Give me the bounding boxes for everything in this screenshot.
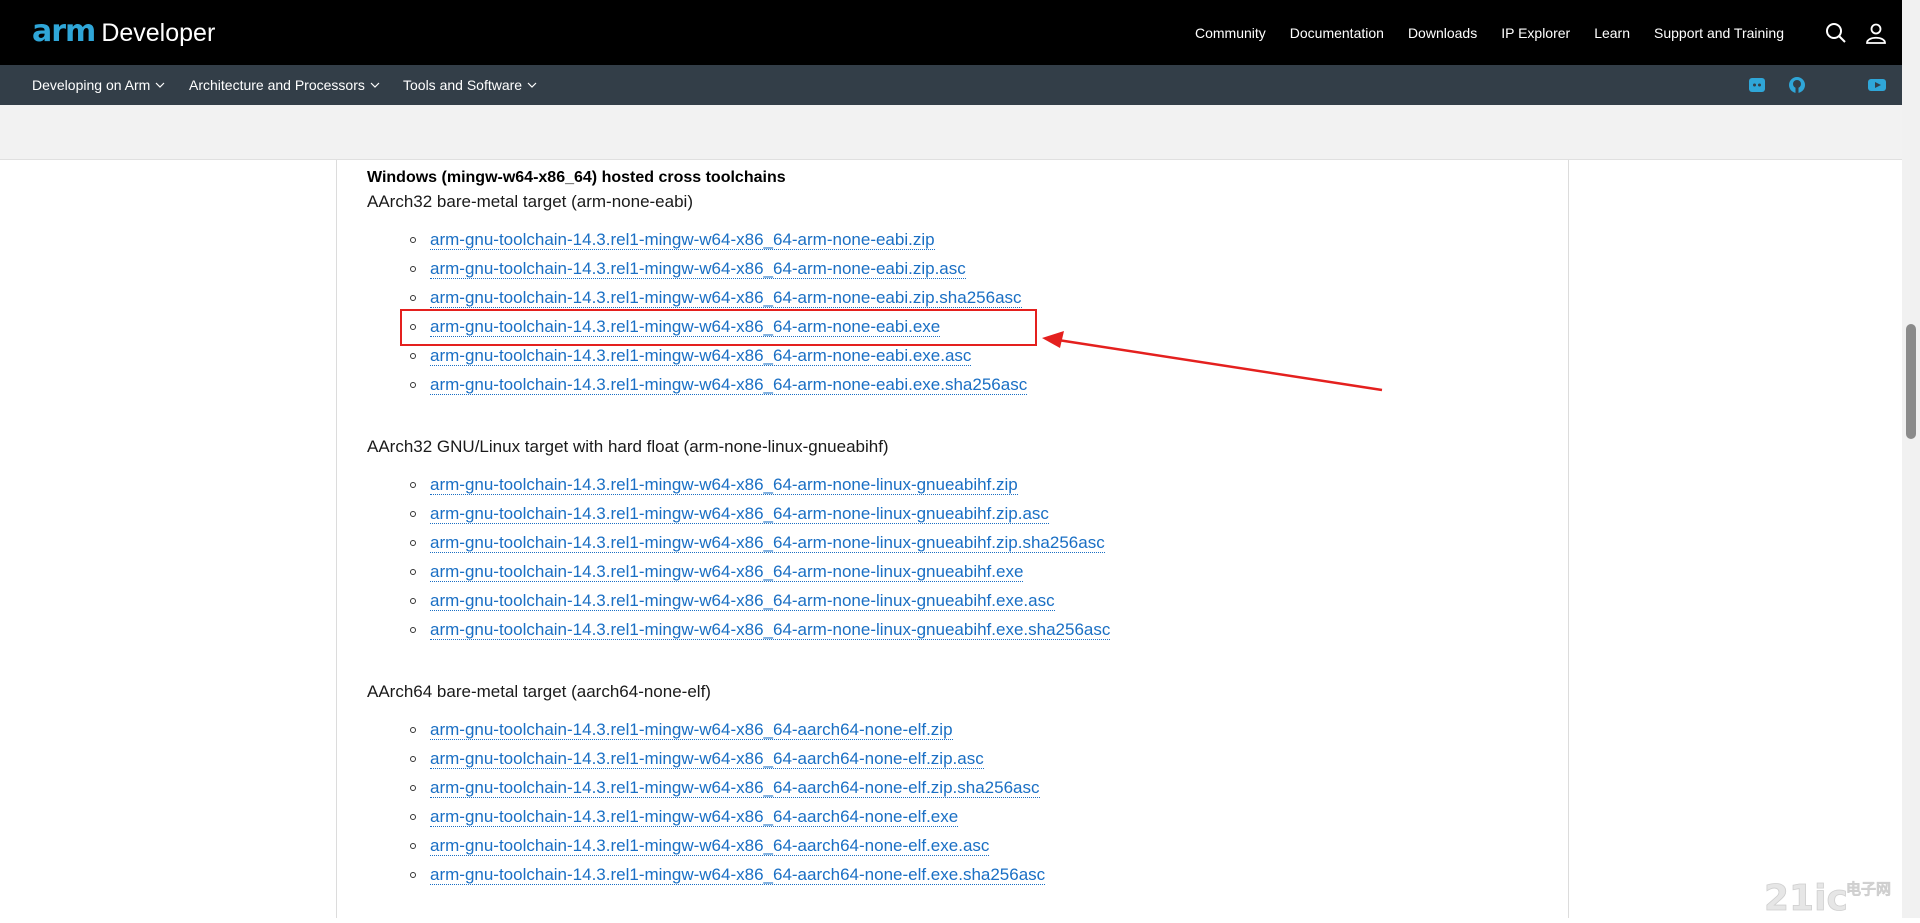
chevron-down-icon [155,82,165,88]
download-link[interactable]: arm-gnu-toolchain-14.3.rel1-mingw-w64-x8… [430,259,966,279]
bullet-icon [410,265,416,272]
bullet-icon [410,381,416,388]
nav-learn[interactable]: Learn [1594,25,1630,41]
download-link[interactable]: arm-gnu-toolchain-14.3.rel1-mingw-w64-x8… [430,620,1111,640]
download-link[interactable]: arm-gnu-toolchain-14.3.rel1-mingw-w64-x8… [430,346,972,366]
subnav-architecture-and-processors[interactable]: Architecture and Processors [189,65,380,105]
bullet-icon [410,481,416,488]
watermark-logo: 21ic 电子网 [1760,872,1910,920]
link-list-aarch32-linux-hf: arm-gnu-toolchain-14.3.rel1-mingw-w64-x8… [410,470,1111,644]
bullet-icon [410,726,416,733]
svg-text:电子网: 电子网 [1846,880,1891,898]
svg-text:21ic: 21ic [1764,878,1848,918]
list-item: arm-gnu-toolchain-14.3.rel1-mingw-w64-x8… [410,860,1046,889]
list-item: arm-gnu-toolchain-14.3.rel1-mingw-w64-x8… [410,225,1027,254]
bullet-icon [410,842,416,849]
arm-developer-logo[interactable]: arm Developer [32,16,215,48]
bullet-icon [410,597,416,604]
download-link[interactable]: arm-gnu-toolchain-14.3.rel1-mingw-w64-x8… [430,836,990,856]
discord-icon[interactable] [1747,75,1767,95]
annotation-arrow-icon [1042,331,1383,392]
group-title-aarch32-bare-metal: AArch32 bare-metal target (arm-none-eabi… [367,192,693,211]
list-item: arm-gnu-toolchain-14.3.rel1-mingw-w64-x8… [410,773,1045,802]
search-icon[interactable] [1824,21,1848,45]
nav-documentation[interactable]: Documentation [1290,25,1384,41]
download-link[interactable]: arm-gnu-toolchain-14.3.rel1-mingw-w64-x8… [430,504,1049,524]
download-link[interactable]: arm-gnu-toolchain-14.3.rel1-mingw-w64-x8… [430,591,1055,611]
bullet-icon [410,352,416,359]
list-item: arm-gnu-toolchain-14.3.rel1-mingw-w64-x8… [410,528,1110,557]
list-item: arm-gnu-toolchain-14.3.rel1-mingw-w64-x8… [410,499,1110,528]
bullet-icon [410,871,416,878]
logo-product: Developer [101,19,216,47]
watermark-21ic-icon: 21ic 电子网 [1764,878,1892,920]
download-link[interactable]: arm-gnu-toolchain-14.3.rel1-mingw-w64-x8… [430,749,984,769]
bullet-icon [410,626,416,633]
subnav-label: Tools and Software [403,77,523,93]
download-link[interactable]: arm-gnu-toolchain-14.3.rel1-mingw-w64-x8… [430,288,1022,308]
page-banner-band [0,105,1902,160]
list-item: arm-gnu-toolchain-14.3.rel1-mingw-w64-x8… [410,283,1027,312]
list-item: arm-gnu-toolchain-14.3.rel1-mingw-w64-x8… [410,470,1110,499]
section-title: Windows (mingw-w64-x86_64) hosted cross … [367,169,786,186]
download-link[interactable]: arm-gnu-toolchain-14.3.rel1-mingw-w64-x8… [430,562,1024,582]
bullet-icon [410,568,416,575]
github-icon[interactable] [1787,75,1807,95]
list-item: arm-gnu-toolchain-14.3.rel1-mingw-w64-x8… [410,802,1045,831]
subnav-label: Architecture and Processors [189,77,365,93]
top-nav: Community Documentation Downloads IP Exp… [1171,0,1784,65]
list-item: arm-gnu-toolchain-14.3.rel1-mingw-w64-x8… [410,744,1045,773]
list-item: arm-gnu-toolchain-14.3.rel1-mingw-w64-x8… [410,370,1028,399]
bullet-icon [410,294,416,301]
subnav-developing-on-arm[interactable]: Developing on Arm [32,65,165,105]
download-link[interactable]: arm-gnu-toolchain-14.3.rel1-mingw-w64-x8… [430,720,953,740]
annotation-highlight-box [400,309,1037,346]
download-link[interactable]: arm-gnu-toolchain-14.3.rel1-mingw-w64-x8… [430,865,1046,885]
nav-community[interactable]: Community [1195,25,1266,41]
nav-support-and-training[interactable]: Support and Training [1654,25,1784,41]
list-item: arm-gnu-toolchain-14.3.rel1-mingw-w64-x8… [410,557,1110,586]
scrollbar-thumb[interactable] [1906,324,1916,439]
group-title-aarch64-bare-metal: AArch64 bare-metal target (aarch64-none-… [367,682,711,701]
nav-downloads[interactable]: Downloads [1408,25,1477,41]
chevron-down-icon [370,82,380,88]
user-icon[interactable] [1864,21,1888,45]
subnav-tools-and-software[interactable]: Tools and Software [403,65,537,105]
page-scrollbar[interactable] [1902,0,1920,918]
list-item: arm-gnu-toolchain-14.3.rel1-mingw-w64-x8… [410,254,1027,283]
group-title-aarch32-linux-hf: AArch32 GNU/Linux target with hard float… [367,437,889,456]
download-link[interactable]: arm-gnu-toolchain-14.3.rel1-mingw-w64-x8… [430,230,935,250]
sub-nav: Developing on Arm Architecture and Proce… [0,65,1902,105]
download-link[interactable]: arm-gnu-toolchain-14.3.rel1-mingw-w64-x8… [430,807,959,827]
bullet-icon [410,755,416,762]
nav-ip-explorer[interactable]: IP Explorer [1501,25,1570,41]
list-item: arm-gnu-toolchain-14.3.rel1-mingw-w64-x8… [410,615,1111,644]
bullet-icon [410,813,416,820]
youtube-icon[interactable] [1867,75,1887,95]
chevron-down-icon [527,82,537,88]
logo-brand: arm [32,14,96,49]
download-link[interactable]: arm-gnu-toolchain-14.3.rel1-mingw-w64-x8… [430,375,1028,395]
bullet-icon [410,236,416,243]
top-bar: arm Developer Community Documentation Do… [0,0,1902,65]
bullet-icon [410,510,416,517]
link-list-aarch64-bare-metal: arm-gnu-toolchain-14.3.rel1-mingw-w64-x8… [410,715,1046,889]
list-item: arm-gnu-toolchain-14.3.rel1-mingw-w64-x8… [410,831,1045,860]
download-link[interactable]: arm-gnu-toolchain-14.3.rel1-mingw-w64-x8… [430,533,1105,553]
list-item: arm-gnu-toolchain-14.3.rel1-mingw-w64-x8… [410,715,1045,744]
subnav-label: Developing on Arm [32,77,151,93]
list-item: arm-gnu-toolchain-14.3.rel1-mingw-w64-x8… [410,586,1110,615]
download-link[interactable]: arm-gnu-toolchain-14.3.rel1-mingw-w64-x8… [430,475,1018,495]
bullet-icon [410,784,416,791]
bullet-icon [410,539,416,546]
download-link[interactable]: arm-gnu-toolchain-14.3.rel1-mingw-w64-x8… [430,778,1040,798]
